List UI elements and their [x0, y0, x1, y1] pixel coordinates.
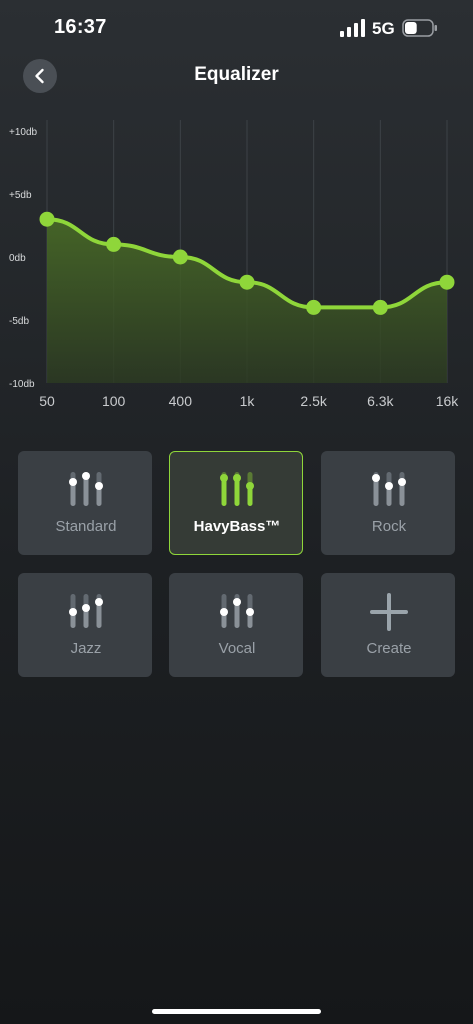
equalizer-screen: 16:37 5G Equalizer +10db +5db 0db -5db -… — [0, 0, 473, 1024]
eq-band-handle-2.5k[interactable] — [306, 299, 322, 315]
sliders-bass-icon — [170, 470, 304, 510]
preset-jazz-button[interactable]: Jazz — [18, 573, 152, 677]
sliders-rock-icon — [322, 470, 456, 510]
eq-freq-label: 100 — [102, 393, 126, 409]
eq-db-label: +10db — [9, 127, 38, 138]
sliders-vocal-icon — [170, 592, 304, 632]
network-label: 5G — [372, 19, 395, 38]
eq-graph: +10db +5db 0db -5db -10db 50 100 400 1k 2.5k 6.3k… — [9, 120, 460, 409]
status-bar: 16:37 5G — [0, 0, 473, 54]
preset-label: Create — [366, 640, 412, 657]
plus-icon — [322, 592, 456, 632]
eq-band-handle-400[interactable] — [172, 249, 188, 265]
eq-db-label: +5db — [9, 190, 32, 201]
eq-freq-label: 6.3k — [367, 393, 394, 409]
preset-label: HavyBass™ — [193, 518, 281, 535]
eq-db-label: -5db — [9, 316, 29, 327]
eq-band-handle-1k[interactable] — [239, 274, 255, 290]
preset-label: Rock — [371, 518, 407, 535]
eq-db-label: -10db — [9, 379, 35, 390]
eq-band-handle-100[interactable] — [106, 236, 122, 252]
home-indicator — [152, 1009, 321, 1014]
signal-icon — [340, 19, 365, 37]
preset-standard-button[interactable]: Standard — [18, 451, 152, 555]
status-time: 16:37 — [54, 16, 107, 38]
sliders-jazz-icon — [19, 592, 153, 632]
eq-freq-label: 2.5k — [300, 393, 327, 409]
eq-freq-label: 400 — [169, 393, 193, 409]
preset-havybass-button[interactable]: HavyBass™ — [169, 451, 303, 555]
battery-icon — [402, 19, 437, 37]
eq-band-handle-6.3k[interactable] — [372, 299, 388, 315]
eq-freq-label: 50 — [39, 393, 55, 409]
preset-vocal-button[interactable]: Vocal — [169, 573, 303, 677]
preset-label: Jazz — [70, 640, 102, 657]
eq-band-handle-16k[interactable] — [439, 274, 455, 290]
eq-freq-label: 1k — [240, 393, 256, 409]
sliders-standard-icon — [19, 470, 153, 510]
eq-band-handle-50[interactable] — [39, 211, 55, 227]
preset-label: Standard — [55, 518, 117, 535]
preset-create-button[interactable]: Create — [321, 573, 455, 677]
preset-label: Vocal — [218, 640, 256, 657]
eq-freq-label: 16k — [436, 393, 460, 409]
eq-chart: +10db +5db 0db -5db -10db 50 100 400 1k 2.5k 6.3k… — [0, 110, 473, 420]
page-title: Equalizer — [194, 64, 279, 85]
eq-db-label: 0db — [9, 253, 26, 264]
preset-rock-button[interactable]: Rock — [321, 451, 455, 555]
